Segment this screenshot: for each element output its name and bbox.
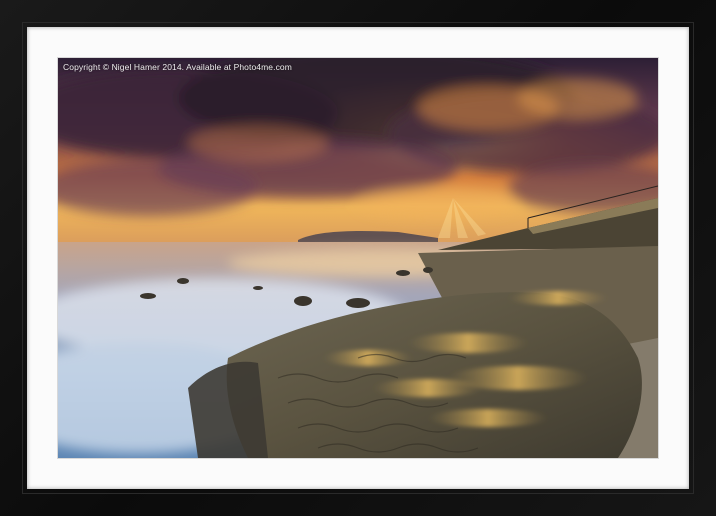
sunset-beach-image bbox=[58, 58, 658, 458]
picture-frame: Copyright © Nigel Hamer 2014. Available … bbox=[0, 0, 716, 516]
seascape-photo: Copyright © Nigel Hamer 2014. Available … bbox=[58, 58, 658, 458]
copyright-watermark: Copyright © Nigel Hamer 2014. Available … bbox=[63, 62, 292, 72]
storm-clouds bbox=[58, 58, 658, 219]
